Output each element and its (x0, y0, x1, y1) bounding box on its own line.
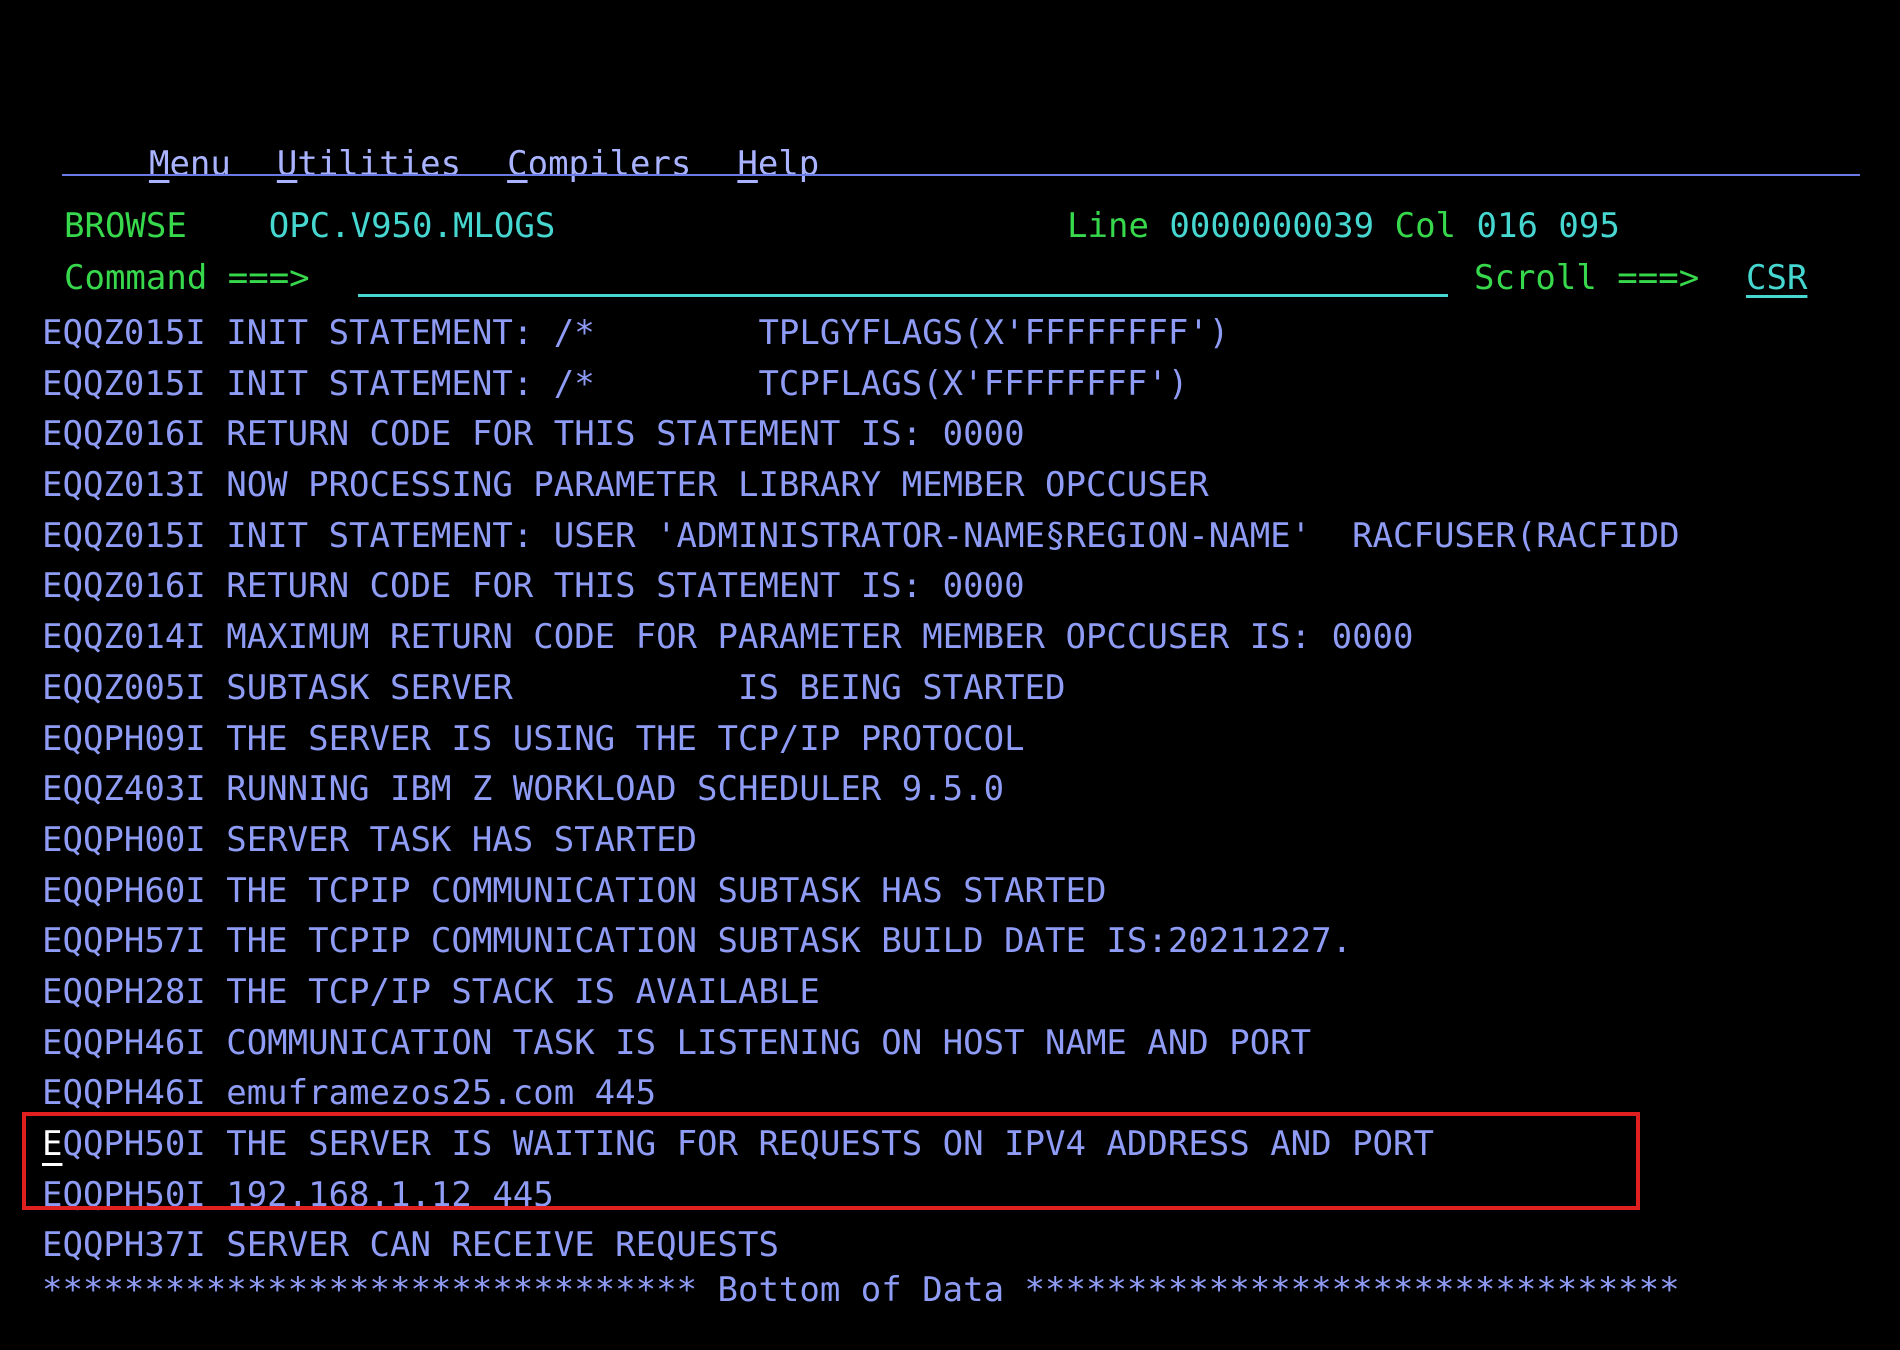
log-line: EQQPH57I THE TCPIP COMMUNICATION SUBTASK… (42, 921, 1353, 962)
log-line: EQQZ403I RUNNING IBM Z WORKLOAD SCHEDULE… (42, 769, 1005, 810)
command-label: Command ===> (64, 258, 310, 298)
browse-header: BROWSE OPC.V950.MLOGS Line 0000000039 Co… (64, 206, 1620, 246)
menu-item-help[interactable]: Help (737, 144, 819, 184)
log-line: EQQZ005I SUBTASK SERVER IS BEING STARTED (42, 667, 1066, 708)
line-value: 0000000039 (1169, 206, 1375, 246)
col-value: 016 095 (1476, 206, 1620, 246)
dataset-name: OPC.V950.MLOGS (268, 206, 556, 246)
menu-item-menu[interactable]: Menu (149, 144, 231, 184)
bottom-of-data-marker: ******************************** Bottom … (42, 1270, 1680, 1310)
log-line: EQQZ015I INIT STATEMENT: /* TPLGYFLAGS(X… (42, 313, 1230, 353)
mode-label: BROWSE (64, 206, 187, 246)
log-line: EQQZ015I INIT STATEMENT: USER 'ADMINISTR… (42, 515, 1680, 556)
log-line: EQQZ014I MAXIMUM RETURN CODE FOR PARAMET… (42, 617, 1414, 658)
menu-item-utilities[interactable]: Utilities (277, 144, 461, 184)
command-input[interactable] (358, 262, 1448, 297)
scroll-label: Scroll ===> (1474, 258, 1700, 298)
log-line: EQQZ015I INIT STATEMENT: /* TCPFLAGS(X'F… (42, 363, 1189, 404)
log-line: EQQPH28I THE TCP/IP STACK IS AVAILABLE (42, 971, 820, 1012)
log-line: EQQZ013I NOW PROCESSING PARAMETER LIBRAR… (42, 465, 1209, 506)
col-label: Col (1394, 206, 1457, 246)
highlight-box (22, 1112, 1640, 1210)
scroll-amount-field[interactable]: CSR (1746, 258, 1807, 298)
log-line: EQQPH09I THE SERVER IS USING THE TCP/IP … (42, 718, 1025, 759)
menu-item-compilers[interactable]: Compilers (507, 144, 691, 184)
line-label: Line (1067, 206, 1149, 246)
log-line: EQQPH00I SERVER TASK HAS STARTED (42, 819, 698, 860)
menu-separator (62, 174, 1860, 176)
log-line: EQQZ016I RETURN CODE FOR THIS STATEMENT … (42, 566, 1025, 607)
log-line: EQQPH37I SERVER CAN RECEIVE REQUESTS (42, 1225, 779, 1266)
menu-bar: Menu Utilities Compilers Help (108, 104, 865, 184)
log-line: EQQPH60I THE TCPIP COMMUNICATION SUBTASK… (42, 870, 1107, 911)
log-line: EQQPH46I COMMUNICATION TASK IS LISTENING… (42, 1022, 1312, 1063)
log-line: EQQZ016I RETURN CODE FOR THIS STATEMENT … (42, 414, 1025, 455)
